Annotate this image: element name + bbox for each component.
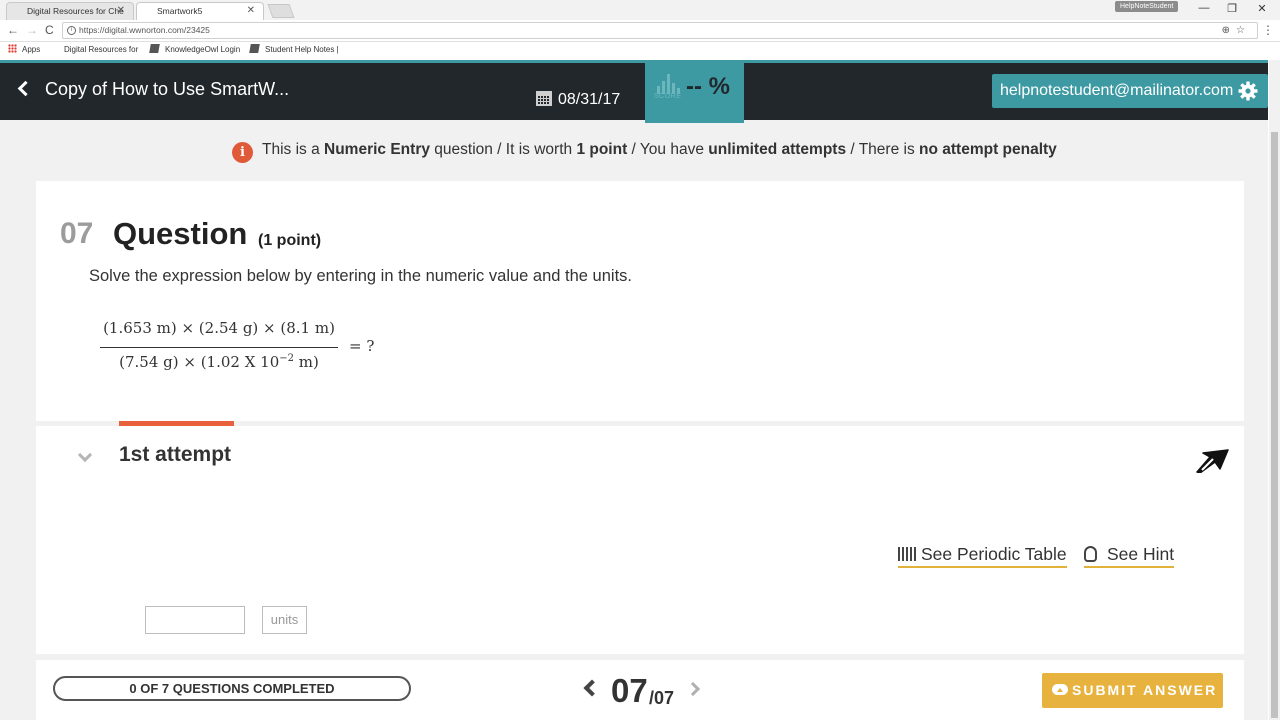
equation-denominator: (7.54 g) × (1.02 X 10−2 m) xyxy=(100,353,338,371)
browser-menu-icon[interactable]: ⋮ xyxy=(1262,23,1274,37)
tab-close-icon[interactable]: ✕ xyxy=(247,3,255,19)
current-question-number: 07 xyxy=(611,672,648,709)
hint-label: See Hint xyxy=(1107,544,1175,564)
total-questions: /07 xyxy=(649,688,675,708)
user-email: helpnotestudent@mailinator.com xyxy=(1000,82,1234,99)
see-periodic-table-link[interactable]: See Periodic Table xyxy=(898,544,1067,568)
due-date: 08/31/17 xyxy=(536,91,620,109)
question-worth: 1 point xyxy=(576,141,628,158)
question-points: (1 point) xyxy=(258,232,322,249)
progress-indicator: 0 OF 7 QUESTIONS COMPLETED xyxy=(53,676,411,701)
forward-arrow-icon[interactable]: → xyxy=(26,23,38,37)
tab-label: Digital Resources for Che xyxy=(27,6,124,16)
assignment-title: Copy of How to Use SmartW... xyxy=(45,79,290,99)
units-input[interactable]: units xyxy=(262,606,307,634)
submit-answer-button[interactable]: SUBMIT ANSWER xyxy=(1042,673,1223,708)
numeric-answer-input[interactable] xyxy=(145,606,245,634)
equation-numerator: (1.653 m) × (2.54 g) × (8.1 m) xyxy=(103,319,335,337)
bookmark-digital-resources[interactable]: Digital Resources for xyxy=(64,42,138,58)
question-type: Numeric Entry xyxy=(324,141,430,158)
question-card: 07 Question (1 point) Solve the expressi… xyxy=(36,181,1244,421)
site-info-icon[interactable]: i xyxy=(67,26,76,35)
address-bar-row: ← → C i https://digital.wwnorton.com/234… xyxy=(0,20,1280,42)
periodic-table-icon xyxy=(898,547,916,561)
browser-tab-bar: Digital Resources for Che ✕ Smartwork5 ✕… xyxy=(0,0,1280,20)
bar-chart-icon xyxy=(657,74,681,94)
info-text: This is a xyxy=(262,141,325,158)
calendar-icon xyxy=(536,91,552,106)
periodic-table-label: See Periodic Table xyxy=(921,544,1067,564)
info-icon: i xyxy=(232,142,253,163)
bookmark-favicon-icon xyxy=(149,44,160,53)
equation-result: = ? xyxy=(349,337,375,355)
back-to-assignment-link[interactable]: Copy of How to Use SmartW... xyxy=(16,79,289,100)
assignment-header: Copy of How to Use SmartW... 08/31/17 SC… xyxy=(0,60,1268,123)
score-value: -- % xyxy=(686,73,730,100)
bookmark-label: Digital Resources for xyxy=(64,45,139,54)
restore-icon[interactable]: ❐ xyxy=(1220,2,1244,15)
bookmark-label: Apps xyxy=(22,45,41,54)
question-info-banner: i This is a Numeric Entry question / It i… xyxy=(232,141,1057,163)
new-tab-button[interactable] xyxy=(267,4,295,18)
exponent: −2 xyxy=(279,353,295,364)
arrow-cursor-icon xyxy=(1196,449,1229,473)
question-footer: 0 OF 7 QUESTIONS COMPLETED 07 /07 SUBMIT… xyxy=(36,660,1244,720)
back-arrow-icon[interactable]: ← xyxy=(7,23,19,37)
profile-chip[interactable]: HelpNoteStudent xyxy=(1115,1,1179,12)
url-field[interactable]: i https://digital.wwnorton.com/23425 ⊕☆ xyxy=(62,22,1258,39)
gear-icon xyxy=(1238,81,1258,101)
question-prompt: Solve the expression below by entering i… xyxy=(89,267,632,285)
score-box: SCORE -- % xyxy=(645,60,744,123)
tab-smartwork5[interactable]: Smartwork5 ✕ xyxy=(136,2,264,20)
score-label: SCORE xyxy=(654,93,682,100)
attempts-info: unlimited attempts xyxy=(708,141,847,158)
tab-close-icon[interactable]: ✕ xyxy=(117,3,125,19)
fraction-bar xyxy=(100,347,338,348)
next-question-icon[interactable] xyxy=(685,681,701,697)
bookmark-apps[interactable]: Apps xyxy=(8,42,40,58)
reload-icon[interactable]: C xyxy=(45,23,54,37)
apps-grid-icon xyxy=(8,44,17,53)
denominator-part: m) xyxy=(294,353,319,371)
user-settings-button[interactable]: helpnotestudent@mailinator.com xyxy=(992,74,1268,108)
penalty-info: no attempt penalty xyxy=(919,141,1057,158)
lightbulb-icon xyxy=(1084,546,1097,562)
question-title: Question xyxy=(113,216,248,251)
denominator-part: (7.54 g) × (1.02 X 10 xyxy=(119,353,280,371)
tab-digital-resources[interactable]: Digital Resources for Che ✕ xyxy=(6,2,134,20)
bookmarks-bar: Apps Digital Resources for KnowledgeOwl … xyxy=(0,42,1280,60)
bookmark-label: KnowledgeOwl Login xyxy=(165,45,241,54)
chevron-down-icon[interactable] xyxy=(77,447,93,463)
due-date-text: 08/31/17 xyxy=(558,91,621,108)
minimize-icon[interactable]: — xyxy=(1192,2,1216,14)
info-text: / You have xyxy=(627,141,709,158)
info-text: question / It is worth xyxy=(429,141,577,158)
question-number: 07 xyxy=(60,217,94,250)
upload-cloud-icon xyxy=(1052,684,1068,695)
url-text: https://digital.wwnorton.com/23425 xyxy=(79,25,210,35)
bookmark-knowledgeowl[interactable]: KnowledgeOwl Login xyxy=(149,42,241,58)
close-window-icon[interactable]: ✕ xyxy=(1250,2,1274,15)
chevron-left-icon xyxy=(17,80,34,97)
scrollbar-thumb[interactable] xyxy=(1271,132,1278,718)
tab-label: Smartwork5 xyxy=(157,6,203,16)
zoom-and-star-icons[interactable]: ⊕☆ xyxy=(1222,23,1251,38)
attempt-tab-indicator xyxy=(119,421,234,426)
attempt-title: 1st attempt xyxy=(119,443,232,466)
bookmark-student-help-notes[interactable]: Student Help Notes | xyxy=(249,42,339,58)
submit-label: SUBMIT ANSWER xyxy=(1072,682,1218,698)
scrollbar[interactable] xyxy=(1269,60,1280,720)
see-hint-link[interactable]: See Hint xyxy=(1084,544,1175,568)
bookmark-label: Student Help Notes | xyxy=(265,45,339,54)
attempt-panel: 1st attempt See Periodic Table See Hint … xyxy=(36,421,1244,654)
info-text: / There is xyxy=(846,141,920,158)
bookmark-favicon-icon xyxy=(249,44,260,53)
previous-question-icon[interactable] xyxy=(583,679,601,697)
